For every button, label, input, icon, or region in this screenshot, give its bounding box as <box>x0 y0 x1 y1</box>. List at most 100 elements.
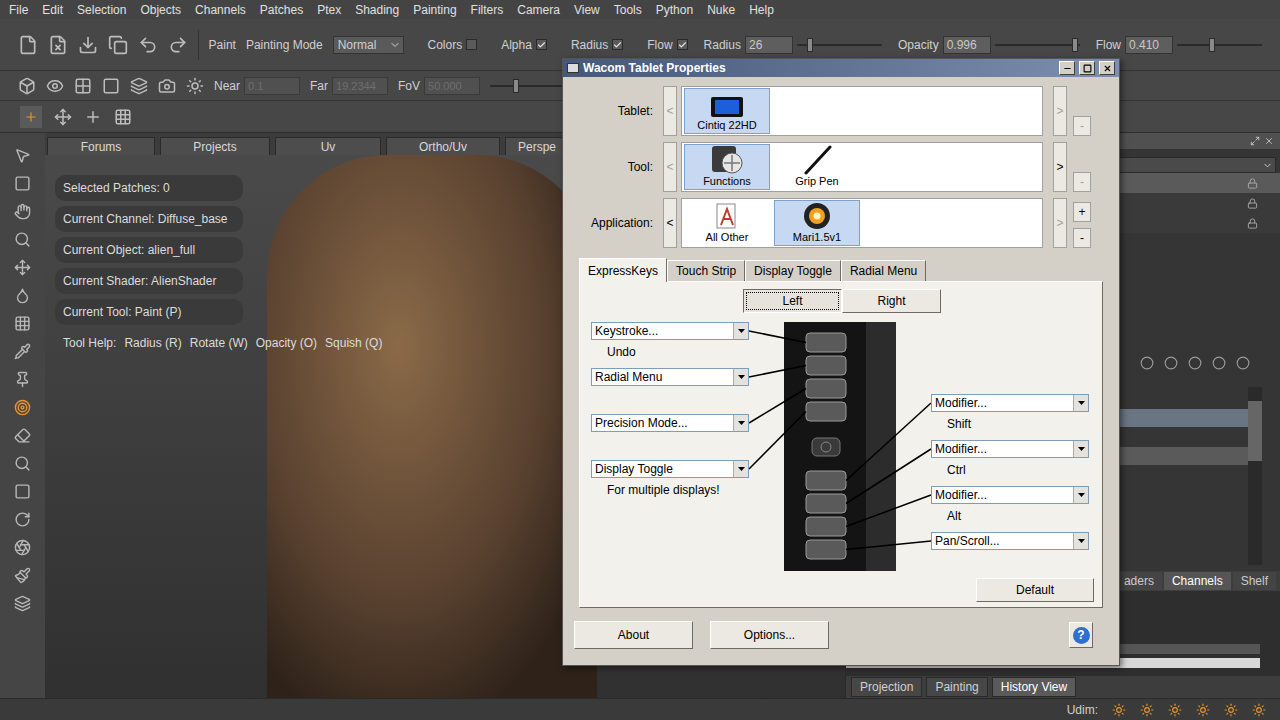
slider[interactable] <box>995 37 1080 53</box>
scroll-next[interactable]: > <box>1053 86 1067 136</box>
slider-knob[interactable] <box>1209 38 1215 52</box>
row-button[interactable]: - <box>1073 172 1091 192</box>
menu-item[interactable]: Shading <box>355 1 399 19</box>
hand-icon[interactable] <box>14 203 31 220</box>
scrollbar-thumb[interactable] <box>1248 401 1262 461</box>
select-arrow[interactable] <box>733 461 748 477</box>
menu-item[interactable]: Selection <box>77 1 126 19</box>
menu-item[interactable]: Channels <box>195 1 246 19</box>
maximize-icon[interactable] <box>1250 136 1260 146</box>
eraser-icon[interactable] <box>14 427 31 444</box>
selector-tile[interactable]: Cintiq 22HD <box>684 88 770 134</box>
selector-tile[interactable]: Functions <box>684 144 770 190</box>
grid-snap-icon[interactable] <box>114 108 132 126</box>
select-arrow[interactable] <box>733 369 748 385</box>
key-action-select[interactable]: Keystroke... <box>591 322 749 340</box>
footer-button[interactable]: Options... <box>710 621 829 649</box>
select-icon[interactable] <box>14 175 31 192</box>
select-arrow[interactable] <box>733 415 748 431</box>
select-arrow[interactable] <box>733 323 748 339</box>
select-arrow[interactable] <box>1073 487 1088 503</box>
pointer-icon[interactable] <box>14 147 31 164</box>
slider-knob[interactable] <box>513 79 519 93</box>
close-icon[interactable] <box>1264 136 1274 146</box>
title-button[interactable] <box>1079 61 1095 75</box>
side-button[interactable]: Right <box>842 289 941 313</box>
status-icon[interactable] <box>1168 703 1182 717</box>
action-icon[interactable] <box>1140 356 1154 370</box>
dropdown-icon[interactable] <box>389 39 401 51</box>
action-icon[interactable] <box>1188 356 1202 370</box>
camera-field-input[interactable]: 0.1 <box>244 77 300 95</box>
selector-tile[interactable]: Grip Pen <box>774 144 860 190</box>
align-icon[interactable] <box>54 108 72 126</box>
view-tab[interactable]: Forums <box>47 137 155 155</box>
camera-field-input[interactable]: 19.2344 <box>332 77 388 95</box>
menu-item[interactable]: Nuke <box>707 1 735 19</box>
scroll-next[interactable]: > <box>1053 198 1067 248</box>
cube-icon[interactable] <box>18 77 36 95</box>
selector-tile[interactable]: All Other <box>684 200 770 246</box>
selector-tile[interactable]: Mari1.5v1 <box>774 200 860 246</box>
droplet-icon[interactable] <box>14 287 31 304</box>
bottom-tab[interactable]: Painting <box>926 677 987 697</box>
menu-item[interactable]: View <box>574 1 600 19</box>
settings-tab[interactable]: Display Toggle <box>745 260 841 281</box>
view-tab[interactable]: Perspe <box>505 137 565 155</box>
scroll-prev[interactable]: < <box>663 142 677 192</box>
status-icon[interactable] <box>1224 703 1238 717</box>
select-arrow[interactable] <box>1073 441 1088 457</box>
scroll-next[interactable]: > <box>1053 142 1067 192</box>
toolbar-toggle[interactable]: Flow <box>647 36 687 54</box>
undo-icon[interactable] <box>138 35 158 55</box>
menu-item[interactable]: Tools <box>614 1 642 19</box>
zoom-icon[interactable] <box>14 231 31 248</box>
pipette-icon[interactable] <box>14 343 31 360</box>
menu-item[interactable]: Camera <box>517 1 560 19</box>
help-button[interactable]: ? <box>1069 622 1093 648</box>
toggle-checkbox[interactable] <box>612 39 623 50</box>
key-action-select[interactable]: Pan/Scroll... <box>931 532 1089 550</box>
menu-item[interactable]: Patches <box>260 1 303 19</box>
gradient-icon[interactable] <box>14 483 31 500</box>
dialog-title-bar[interactable]: Wacom Tablet Properties <box>563 59 1119 77</box>
slider[interactable] <box>797 37 882 53</box>
slider-field[interactable]: 26 <box>745 36 793 54</box>
slider-knob[interactable] <box>807 38 813 52</box>
camera-field-input[interactable]: 50.000 <box>424 77 480 95</box>
scrollbar[interactable] <box>1248 387 1262 565</box>
action-icon[interactable] <box>1212 356 1226 370</box>
lock-icon[interactable] <box>1247 178 1258 189</box>
settings-tab[interactable]: ExpressKeys <box>579 258 667 282</box>
view-tab[interactable]: Ortho/Uv <box>386 137 500 155</box>
title-button[interactable] <box>1059 61 1075 75</box>
scroll-prev[interactable]: < <box>663 198 677 248</box>
view-tab[interactable]: Projects <box>160 137 270 155</box>
select-arrow[interactable] <box>1073 395 1088 411</box>
new-file-icon[interactable] <box>18 35 38 55</box>
key-action-select[interactable]: Display Toggle <box>591 460 749 478</box>
status-icon[interactable] <box>1112 703 1126 717</box>
texture-icon[interactable] <box>74 77 92 95</box>
side-button[interactable]: Left <box>743 289 842 313</box>
save-icon[interactable] <box>78 35 98 55</box>
row-button[interactable]: - <box>1073 116 1091 136</box>
eye-icon[interactable] <box>46 77 64 95</box>
panel-tab[interactable]: Channels <box>1164 572 1231 590</box>
panel-tab[interactable]: aders <box>1116 572 1162 590</box>
snap-icon[interactable] <box>84 108 102 126</box>
slider[interactable] <box>1177 37 1262 53</box>
key-action-select[interactable]: Precision Mode... <box>591 414 749 432</box>
key-action-select[interactable]: Modifier... <box>931 486 1089 504</box>
action-icon[interactable] <box>1164 356 1178 370</box>
bottom-tab[interactable]: History View <box>992 677 1076 697</box>
panel-tab[interactable]: Shelf <box>1233 572 1276 590</box>
view-tab[interactable]: Uv <box>275 137 381 155</box>
menu-item[interactable]: File <box>9 1 28 19</box>
status-icon[interactable] <box>1252 703 1266 717</box>
menu-item[interactable]: Edit <box>42 1 63 19</box>
status-icon[interactable] <box>1196 703 1210 717</box>
settings-tab[interactable]: Touch Strip <box>667 260 745 281</box>
pin-icon[interactable] <box>14 371 31 388</box>
key-action-select[interactable]: Modifier... <box>931 440 1089 458</box>
